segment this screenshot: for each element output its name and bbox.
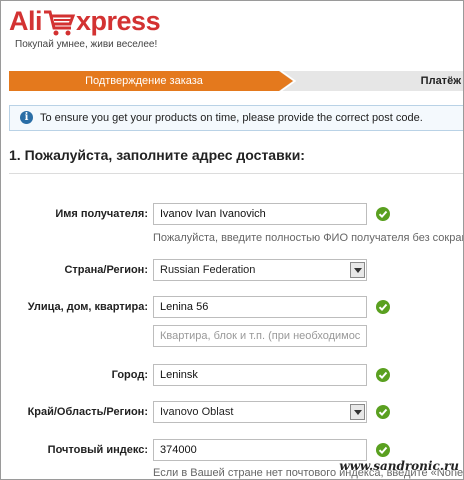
recipient-input[interactable]	[153, 203, 367, 225]
city-input[interactable]	[153, 364, 367, 386]
logo-text-xpress: xpress	[76, 6, 161, 36]
region-label: Край/Область/Регион:	[27, 406, 148, 418]
aliexpress-logo[interactable]: Ali xpress	[9, 4, 161, 38]
city-label: Город:	[111, 369, 148, 381]
postcode-notice: i To ensure you get your products on tim…	[9, 105, 463, 131]
cart-icon	[44, 10, 76, 36]
street-input[interactable]	[153, 296, 367, 318]
street2-input[interactable]	[153, 325, 367, 347]
country-label: Страна/Регион:	[64, 264, 148, 276]
divider	[9, 173, 463, 174]
section-title: 1. Пожалуйста, заполните адрес доставки:	[9, 147, 305, 163]
region-value: Ivanovo Oblast	[160, 406, 234, 418]
watermark: www.sandronic.ru	[339, 459, 459, 473]
logo-text-ali: Ali	[9, 6, 43, 36]
street-label: Улица, дом, квартира:	[27, 301, 148, 313]
region-select[interactable]: Ivanovo Oblast	[153, 401, 367, 423]
step-arrow-icon	[279, 71, 301, 91]
check-icon	[376, 368, 390, 382]
country-select[interactable]: Russian Federation	[153, 259, 367, 281]
dropdown-arrow-icon[interactable]	[350, 404, 365, 420]
dropdown-arrow-icon[interactable]	[350, 262, 365, 278]
step-payment: Платёж	[301, 71, 463, 91]
check-icon	[376, 207, 390, 221]
recipient-hint: Пожалуйста, введите полностью ФИО получа…	[153, 232, 464, 244]
country-value: Russian Federation	[160, 264, 256, 276]
info-icon: i	[20, 111, 33, 124]
check-icon	[376, 443, 390, 457]
checkout-page: Ali xpress Покупай умнее, живи веселее! …	[0, 0, 464, 480]
recipient-label: Имя получателя:	[55, 208, 148, 220]
check-icon	[376, 300, 390, 314]
checkout-steps: Подтверждение заказа Платёж	[9, 71, 463, 91]
check-icon	[376, 405, 390, 419]
step-order-confirmation: Подтверждение заказа	[9, 71, 279, 91]
zip-input[interactable]	[153, 439, 367, 461]
tagline: Покупай умнее, живи веселее!	[15, 39, 158, 50]
notice-text: To ensure you get your products on time,…	[40, 112, 423, 124]
zip-label: Почтовый индекс:	[47, 444, 148, 456]
